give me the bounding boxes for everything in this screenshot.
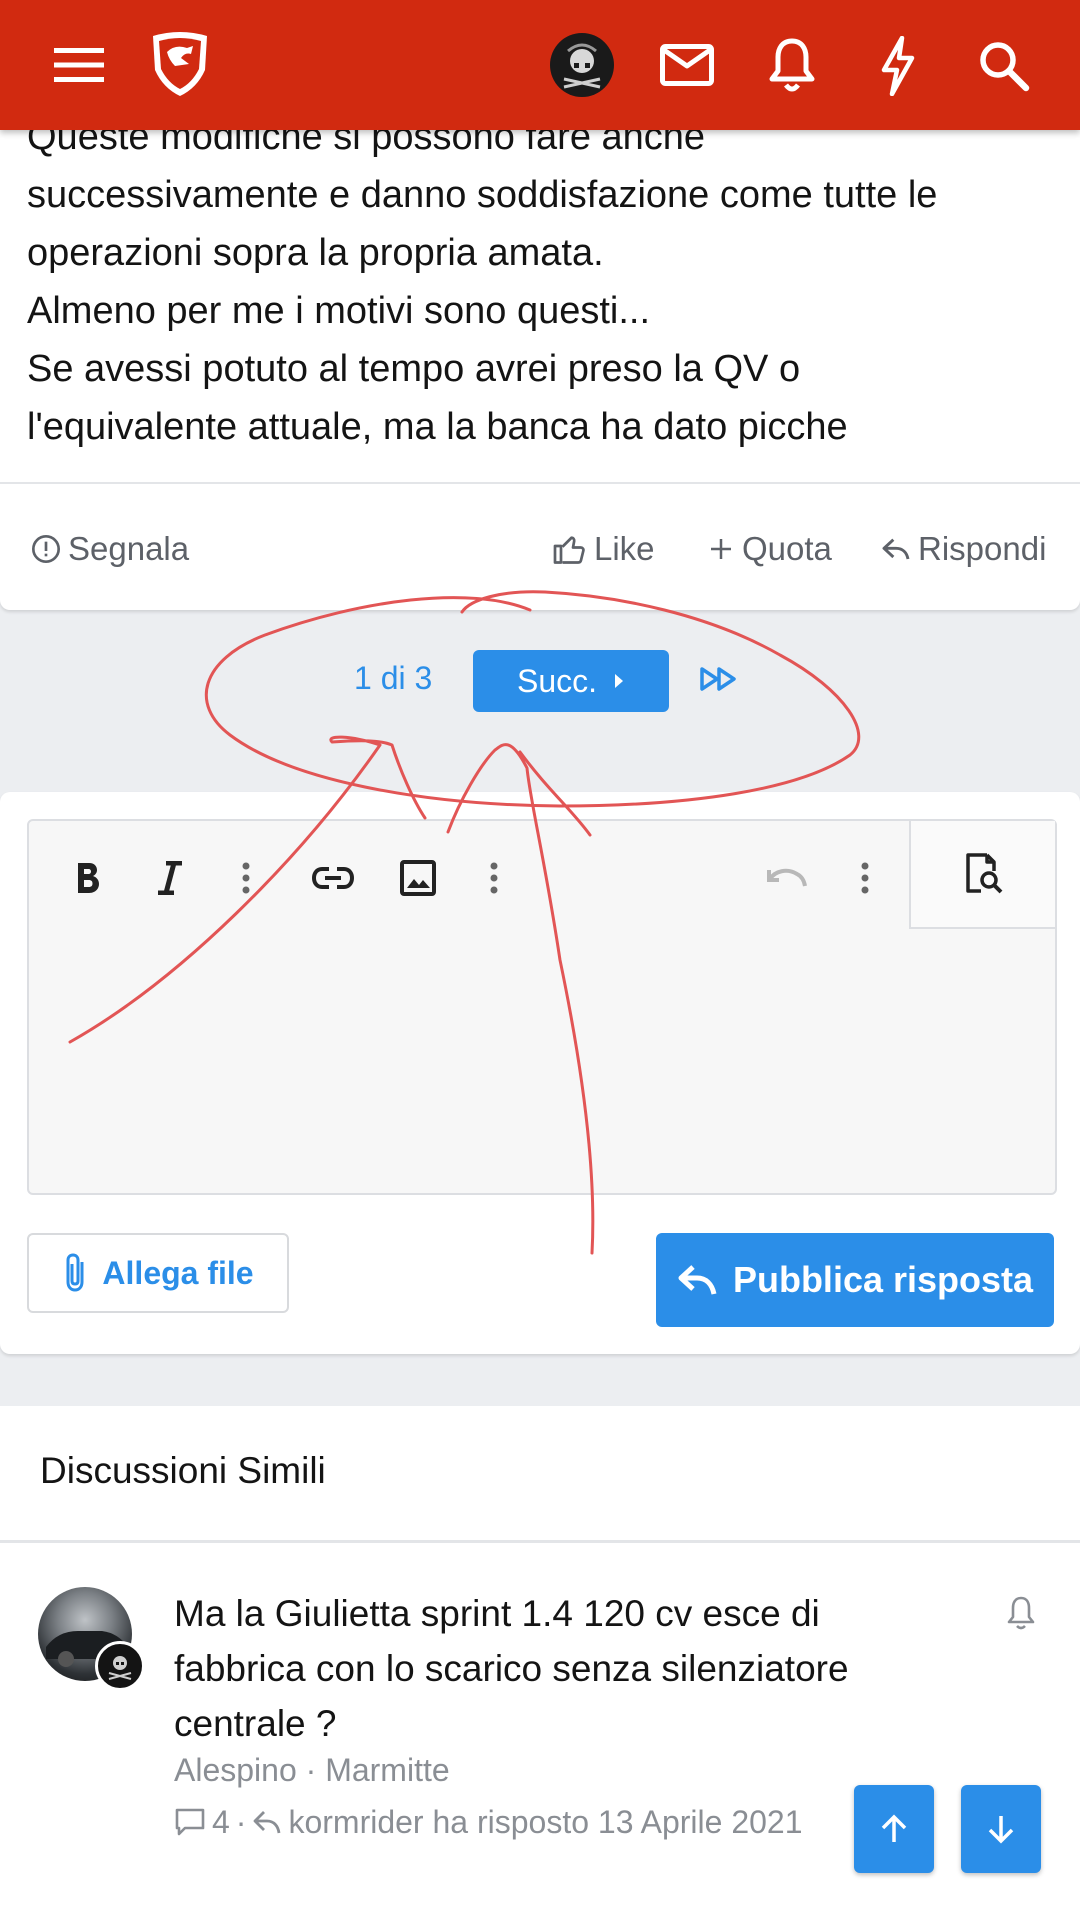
top-navigation-bar	[0, 0, 1080, 130]
last-page-icon[interactable]	[700, 666, 738, 692]
post-line: successivamente e danno soddisfazione co…	[27, 174, 938, 216]
watch-thread-bell-icon[interactable]	[1006, 1595, 1036, 1631]
thread-title-line: Ma la Giulietta sprint 1.4 120 cv esce d…	[174, 1593, 820, 1634]
thread-title-line: centrale ?	[174, 1703, 337, 1744]
preview-toggle[interactable]	[909, 821, 1055, 929]
paperclip-icon	[62, 1252, 88, 1294]
post-line: operazioni sopra la propria amata.	[27, 232, 604, 274]
report-button[interactable]: Segnala	[30, 524, 189, 574]
site-logo[interactable]	[145, 30, 215, 100]
quote-button[interactable]: Quota	[706, 524, 832, 574]
thread-author[interactable]: Alespino	[174, 1752, 297, 1788]
report-label: Segnala	[68, 530, 190, 567]
link-icon[interactable]	[310, 856, 356, 900]
meta-separator: ·	[305, 1752, 317, 1788]
reply-icon	[252, 1808, 282, 1836]
like-label: Like	[594, 530, 655, 567]
reply-icon	[677, 1263, 717, 1297]
post-line: Almeno per me i motivi sono questi...	[27, 290, 651, 332]
last-reply-info: kormrider ha risposto 13 Aprile 2021	[288, 1803, 803, 1840]
more-options-icon[interactable]	[855, 856, 875, 900]
page-indicator[interactable]: 1 di 3	[354, 660, 432, 697]
italic-icon[interactable]	[150, 856, 190, 900]
scroll-to-bottom-button[interactable]	[961, 1785, 1041, 1873]
reply-icon	[880, 533, 912, 565]
image-icon[interactable]	[398, 856, 438, 900]
more-options-icon[interactable]	[484, 856, 504, 900]
publish-reply-button[interactable]: Pubblica risposta	[656, 1233, 1054, 1327]
next-page-button[interactable]: Succ.	[473, 650, 669, 712]
thread-stats: 4 · kormrider ha risposto 13 Aprile 2021…	[174, 1800, 925, 1844]
thread-title-line: fabbrica con lo scarico senza silenziato…	[174, 1648, 849, 1689]
more-options-icon[interactable]	[236, 856, 256, 900]
post-line: l'equivalente attuale, ma la banca ha da…	[27, 406, 848, 448]
thread-forum[interactable]: Marmitte	[325, 1752, 449, 1788]
mail-icon[interactable]	[660, 44, 714, 86]
next-page-label: Succ.	[516, 662, 598, 699]
post-divider	[0, 482, 1080, 484]
thumbs-up-icon	[552, 531, 588, 567]
thread-author-avatar[interactable]	[95, 1641, 145, 1691]
comment-icon	[174, 1807, 206, 1837]
arrow-down-icon	[987, 1814, 1015, 1844]
caret-right-icon	[613, 673, 625, 689]
bold-icon[interactable]	[68, 856, 108, 900]
reply-count: 4	[212, 1803, 230, 1840]
alert-circle-icon	[30, 533, 62, 565]
scroll-to-top-button[interactable]	[854, 1785, 934, 1873]
reply-button[interactable]: Rispondi	[880, 524, 1046, 574]
search-icon[interactable]	[978, 40, 1030, 92]
preview-icon	[963, 853, 1003, 895]
thread-title-link[interactable]: Ma la Giulietta sprint 1.4 120 cv esce d…	[174, 1586, 934, 1751]
plus-icon	[706, 534, 736, 564]
post-body: Queste modifiche si possono fare anche s…	[27, 108, 1057, 456]
bolt-icon[interactable]	[880, 36, 916, 96]
post-line: Se avessi potuto al tempo avrei preso la…	[27, 348, 801, 390]
menu-icon[interactable]	[54, 48, 104, 82]
publish-reply-label: Pubblica risposta	[732, 1259, 1034, 1300]
meta-separator: ·	[235, 1803, 247, 1840]
reply-label: Rispondi	[918, 530, 1047, 567]
attach-file-button[interactable]: Allega file	[27, 1233, 289, 1313]
quote-label: Quota	[742, 530, 832, 567]
attach-file-label: Allega file	[102, 1254, 254, 1291]
user-avatar[interactable]	[550, 33, 614, 97]
thread-meta: Alespino · Marmitte	[174, 1752, 450, 1789]
undo-icon[interactable]	[764, 856, 810, 900]
arrow-up-icon	[880, 1814, 908, 1844]
like-button[interactable]: Like	[552, 524, 655, 574]
bell-icon[interactable]	[768, 37, 816, 95]
section-divider	[0, 1540, 1080, 1543]
similar-discussions-title: Discussioni Simili	[40, 1450, 326, 1491]
